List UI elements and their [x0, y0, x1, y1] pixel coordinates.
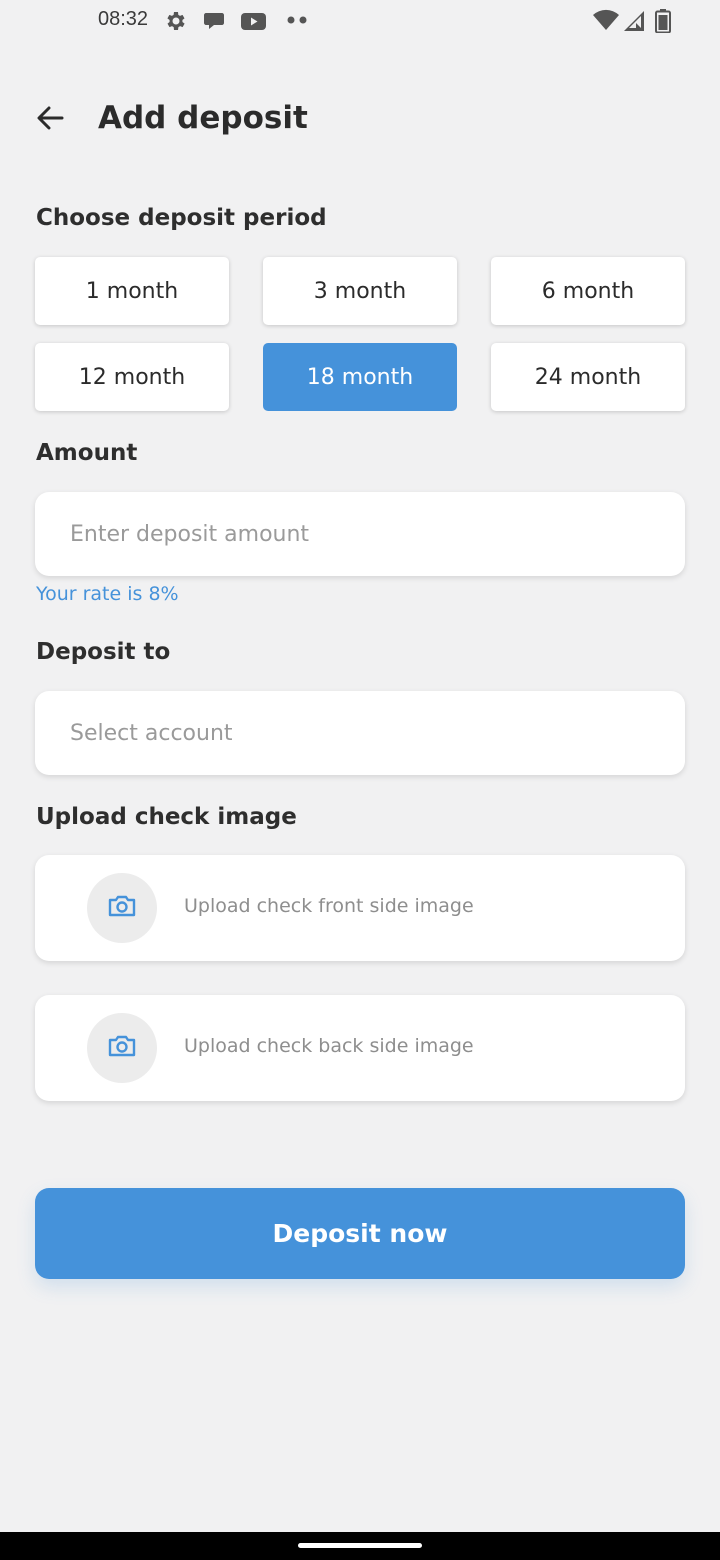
upload-back-text: Upload check back side image — [184, 1035, 474, 1057]
camera-icon — [107, 1033, 137, 1063]
account-select-placeholder: Select account — [70, 720, 233, 746]
more-dots-icon — [286, 14, 310, 26]
arrow-left-icon — [34, 102, 66, 138]
camera-icon — [107, 893, 137, 923]
upload-front-text: Upload check front side image — [184, 895, 474, 917]
period-option-1-month[interactable]: 1 month — [35, 257, 229, 325]
system-nav-bar — [0, 1532, 720, 1560]
upload-back-button[interactable]: Upload check back side image — [35, 995, 685, 1101]
period-option-18-month[interactable]: 18 month — [263, 343, 457, 411]
signal-icon — [622, 9, 646, 33]
period-label: Choose deposit period — [36, 205, 327, 231]
deposit-now-button[interactable]: Deposit now — [35, 1188, 685, 1279]
youtube-icon — [240, 9, 267, 33]
period-option-24-month[interactable]: 24 month — [491, 343, 685, 411]
period-option-3-month[interactable]: 3 month — [263, 257, 457, 325]
status-bar: 08:32 — [0, 0, 720, 42]
page-title: Add deposit — [98, 100, 308, 136]
wifi-icon — [592, 9, 620, 33]
deposit-to-label: Deposit to — [36, 639, 171, 665]
upload-front-button[interactable]: Upload check front side image — [35, 855, 685, 961]
period-options: 1 month 3 month 6 month 12 month 18 mont… — [35, 257, 685, 411]
period-option-6-month[interactable]: 6 month — [491, 257, 685, 325]
camera-icon-circle — [87, 873, 157, 943]
back-button[interactable] — [30, 100, 70, 140]
amount-label: Amount — [36, 440, 138, 466]
upload-label: Upload check image — [36, 804, 297, 830]
status-time: 08:32 — [98, 8, 149, 30]
gear-icon — [163, 9, 187, 33]
amount-input[interactable] — [70, 521, 685, 547]
period-option-12-month[interactable]: 12 month — [35, 343, 229, 411]
battery-icon — [654, 9, 672, 33]
camera-icon-circle — [87, 1013, 157, 1083]
chat-bubble-icon — [202, 9, 226, 33]
amount-field — [35, 492, 685, 576]
home-handle[interactable] — [298, 1543, 422, 1548]
rate-hint: Your rate is 8% — [36, 583, 179, 605]
account-select[interactable]: Select account — [35, 691, 685, 775]
